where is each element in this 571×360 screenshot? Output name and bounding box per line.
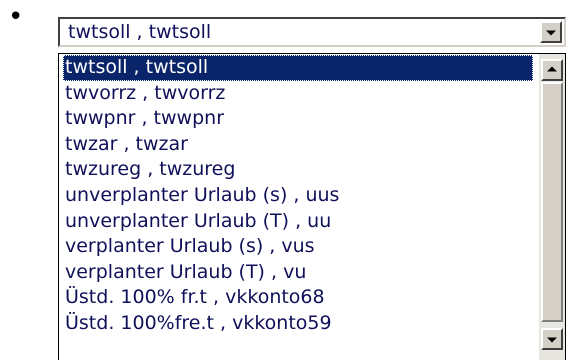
list-option[interactable]: twwpnr , twwpnr bbox=[63, 106, 533, 132]
arrow-down-icon bbox=[547, 337, 557, 343]
vertical-scrollbar[interactable] bbox=[539, 54, 565, 360]
combo-selected-value: twtsoll , twtsoll bbox=[68, 21, 212, 43]
chevron-down-icon bbox=[546, 30, 556, 36]
dropdown-list[interactable]: twtsoll , twtsoll twvorrz , twvorrz twwp… bbox=[58, 53, 566, 360]
list-option[interactable]: Üstd. 100%fre.t , vkkonto59 bbox=[63, 311, 533, 337]
combo-dropdown-button[interactable] bbox=[540, 21, 562, 43]
bullet-point: • bbox=[8, 2, 24, 32]
scroll-up-button[interactable] bbox=[541, 59, 563, 81]
list-option[interactable]: twzureg , twzureg bbox=[63, 157, 533, 183]
option-list: twtsoll , twtsoll twvorrz , twvorrz twwp… bbox=[63, 55, 533, 337]
list-option[interactable]: twvorrz , twvorrz bbox=[63, 81, 533, 107]
list-option[interactable]: twzar , twzar bbox=[63, 132, 533, 158]
scrollbar-thumb[interactable] bbox=[541, 82, 563, 322]
list-option[interactable]: unverplanter Urlaub (T) , uu bbox=[63, 209, 533, 235]
arrow-up-icon bbox=[547, 66, 557, 72]
list-option[interactable]: unverplanter Urlaub (s) , uus bbox=[63, 183, 533, 209]
list-option[interactable]: Üstd. 100% fr.t , vkkonto68 bbox=[63, 285, 533, 311]
scroll-down-button[interactable] bbox=[541, 328, 563, 350]
combo-box[interactable]: twtsoll , twtsoll bbox=[58, 17, 566, 47]
list-option[interactable]: verplanter Urlaub (s) , vus bbox=[63, 234, 533, 260]
list-option[interactable]: verplanter Urlaub (T) , vu bbox=[63, 260, 533, 286]
list-option[interactable]: twtsoll , twtsoll bbox=[63, 55, 533, 81]
